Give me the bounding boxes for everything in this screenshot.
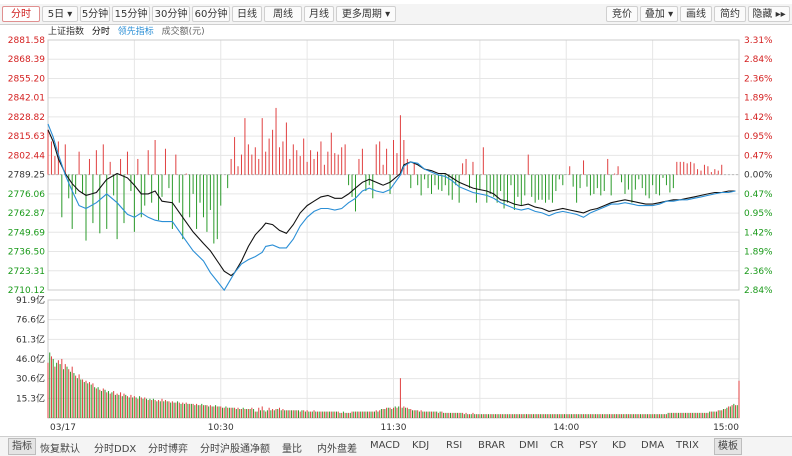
price-tick-label: 2736.50 [8,248,45,258]
price-tick-label: 2828.82 [8,113,45,123]
indicator-tab-14[interactable]: KD [612,440,626,451]
indicator-tab-12[interactable]: CR [550,440,564,451]
indicator-tab-1[interactable]: 恢复默认 [40,440,80,455]
time-tick-label: 14:00 [553,423,579,433]
percent-tick-label: 0.95% [744,209,773,219]
indicator-tab-9[interactable]: RSI [446,440,462,451]
volume-tick-label: 46.0亿 [16,353,45,365]
price-tick-label: 2802.44 [8,151,45,161]
volume-tick-label: 61.3亿 [16,333,45,345]
percent-tick-label: 1.42% [744,113,773,123]
percent-tick-label: 1.42% [744,228,773,238]
lead-indicator-line [47,123,736,292]
indicator-tab-3[interactable]: 分时博弈 [148,440,188,455]
percent-tick-label: 2.36% [744,74,773,84]
indicator-tab-5[interactable]: 量比 [282,440,302,455]
percent-tick-label: 3.31% [744,36,773,46]
price-tick-label: 2710.12 [8,286,45,296]
volume-tick-label: 30.6亿 [16,373,45,385]
time-tick-label: 11:30 [381,423,407,433]
percent-tick-label: 2.36% [744,267,773,277]
volume-tick-label: 76.6亿 [16,314,45,326]
price-tick-label: 2881.58 [8,36,45,46]
percent-tick-label: 2.84% [744,286,773,296]
volume-tick-label: 91.9亿 [16,294,45,306]
price-tick-label: 2762.87 [8,209,45,219]
indicator-tab-2[interactable]: 分时DDX [94,440,136,455]
percent-tick-label: 0.47% [744,190,773,200]
indicator-tab-0[interactable]: 指标 [8,438,36,455]
indicator-tab-11[interactable]: DMI [519,440,538,451]
index-price-line [47,129,736,277]
price-tick-label: 2842.01 [8,94,45,104]
intraday-chart: 2881.58 2868.39 2855.20 2842.01 2828.82 2815.… [8,36,773,433]
price-tick-label: 2789.25 [8,171,45,181]
indicator-tab-10[interactable]: BRAR [478,440,505,451]
price-tick-label: 2868.39 [8,55,45,65]
indicator-tab-15[interactable]: DMA [641,440,664,451]
price-tick-label: 2749.69 [8,228,45,238]
percent-tick-label: 0.47% [744,151,773,161]
price-tick-label: 2723.31 [8,267,45,277]
indicator-tab-13[interactable]: PSY [579,440,598,451]
percent-tick-label: 1.89% [744,248,773,258]
volume-tick-label: 15.3亿 [16,392,45,404]
percent-tick-label: 0.95% [744,132,773,142]
indicator-tab-7[interactable]: MACD [370,440,400,451]
price-tick-label: 2815.63 [8,132,45,142]
percent-tick-label: 2.84% [744,55,773,65]
price-tick-label: 2855.20 [8,74,45,84]
indicator-tab-4[interactable]: 分时沪股通净额 [200,440,270,455]
time-tick-label: 10:30 [208,423,234,433]
indicator-bar: 指标 恢复默认 分时DDX 分时博弈 分时沪股通净额 量比 内外盘差 MACD KDJ RSI BR… [0,436,792,456]
percent-tick-label: 0.00% [744,171,773,181]
indicator-tab-6[interactable]: 内外盘差 [317,440,357,455]
indicator-tab-17[interactable]: 模板 [714,438,742,455]
indicator-tab-16[interactable]: TRIX [676,440,699,451]
time-tick-label: 03/17 [50,423,76,433]
price-tick-label: 2776.06 [8,190,45,200]
indicator-tab-8[interactable]: KDJ [412,440,429,451]
time-tick-label: 15:00 [713,423,739,433]
percent-tick-label: 1.89% [744,94,773,104]
